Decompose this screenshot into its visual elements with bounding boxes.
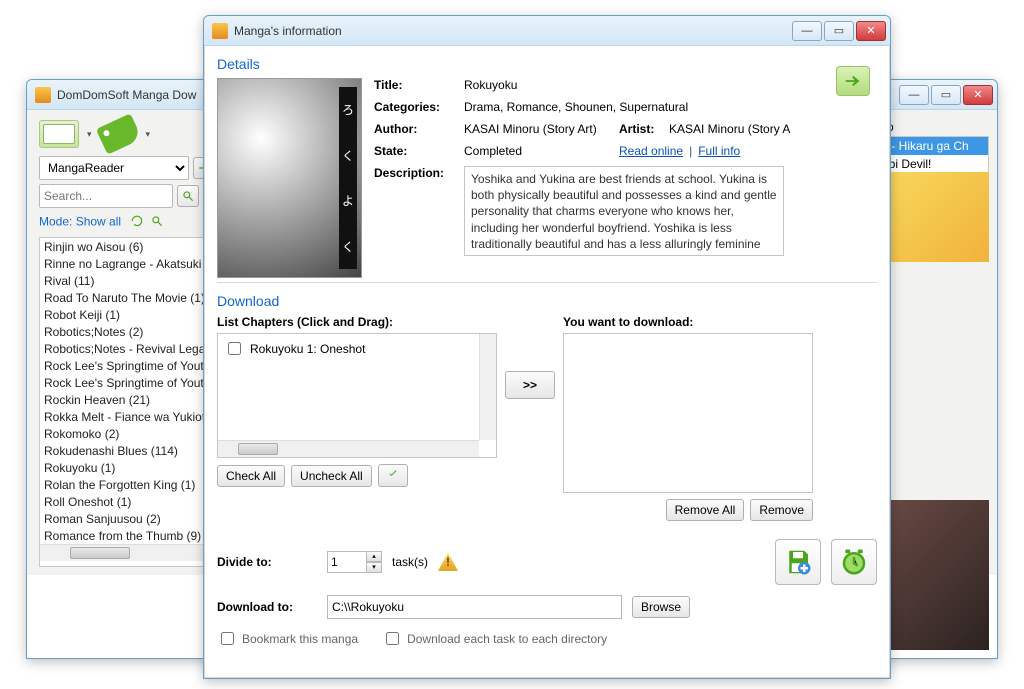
vertical-scrollbar[interactable] [479, 334, 496, 440]
toolbar-dropdown-2[interactable]: ▾ [146, 129, 151, 140]
list-item[interactable]: Rinne no Lagrange - Akatsuki no [40, 255, 228, 272]
calendar-icon[interactable] [39, 120, 79, 148]
list-item[interactable]: Rock Lee's Springtime of Youth S [40, 374, 228, 391]
minimize-button[interactable]: — [792, 21, 822, 41]
description-label: Description: [374, 166, 464, 180]
each-directory-checkbox[interactable]: Download each task to each directory [382, 629, 607, 648]
want-download-listbox[interactable] [563, 333, 813, 493]
refresh-mode-icon[interactable] [130, 214, 144, 228]
full-info-link[interactable]: Full info [698, 144, 740, 158]
list-chapters-label: List Chapters (Click and Drag): [217, 315, 497, 329]
save-icon-button[interactable] [775, 539, 821, 585]
maximize-button[interactable]: ▭ [931, 85, 961, 105]
spin-down[interactable]: ▾ [367, 562, 382, 573]
list-item[interactable]: Rokomoko (2) [40, 425, 228, 442]
avatar-bottom [879, 500, 989, 650]
artist-label: Artist: [619, 122, 669, 136]
go-button[interactable] [836, 66, 870, 96]
cover-image: ろくよく [217, 78, 362, 278]
close-button[interactable]: ✕ [963, 85, 993, 105]
browse-button[interactable]: Browse [632, 596, 690, 618]
list-item[interactable]: Rockin Heaven (21) [40, 391, 228, 408]
list-item[interactable]: Rokudenashi Blues (114) [40, 442, 228, 459]
search-mode-icon[interactable] [150, 214, 164, 228]
horizontal-scrollbar[interactable] [40, 544, 228, 561]
remove-all-button[interactable]: Remove All [666, 499, 745, 521]
download-path-input[interactable] [327, 595, 622, 619]
bookmark-checkbox[interactable]: Bookmark this manga [217, 629, 358, 648]
search-input[interactable] [39, 184, 173, 208]
list-item[interactable]: Rolan the Forgotten King (1) [40, 476, 228, 493]
list-item[interactable]: Rival (11) [40, 272, 228, 289]
download-header: Download [217, 293, 877, 309]
author-value: KASAI Minoru (Story Art) [464, 122, 619, 136]
want-download-label: You want to download: [563, 315, 813, 329]
source-select[interactable]: MangaReader [39, 156, 189, 180]
app-icon [35, 87, 51, 103]
list-item[interactable]: Road To Naruto The Movie (1) [40, 289, 228, 306]
uncheck-all-button[interactable]: Uncheck All [291, 465, 372, 487]
toolbar-dropdown-1[interactable]: ▾ [87, 129, 92, 140]
warning-icon: ! [438, 553, 458, 571]
horizontal-scrollbar[interactable] [218, 440, 479, 457]
title-value: Rokuyoku [464, 78, 877, 92]
categories-value: Drama, Romance, Shounen, Supernatural [464, 100, 877, 114]
maximize-button[interactable]: ▭ [824, 21, 854, 41]
state-label: State: [374, 144, 464, 158]
list-item[interactable]: Rokuyoku 1: Oneshot [222, 338, 492, 359]
list-item[interactable]: Robot Keiji (1) [40, 306, 228, 323]
list-item[interactable]: Robotics;Notes (2) [40, 323, 228, 340]
list-item[interactable]: Roll Oneshot (1) [40, 493, 228, 510]
list-item[interactable]: Rokka Melt - Fiance wa Yukiotok [40, 408, 228, 425]
list-item[interactable]: Roman Sanjuusou (2) [40, 510, 228, 527]
categories-label: Categories: [374, 100, 464, 114]
check-all-button[interactable]: Check All [217, 465, 285, 487]
mode-link[interactable]: Show all [76, 215, 121, 229]
confirm-button[interactable] [378, 464, 408, 487]
manga-info-window: Manga's information — ▭ ✕ Details ろくよく T… [203, 15, 891, 679]
spin-up[interactable]: ▴ [367, 551, 382, 562]
list-item[interactable]: Romance from the Thumb (9) [40, 527, 228, 544]
author-label: Author: [374, 122, 464, 136]
info-window-title: Manga's information [234, 24, 792, 38]
list-item[interactable]: Rinjin wo Aisou (6) [40, 238, 228, 255]
divide-spinner[interactable]: ▴▾ [327, 551, 382, 573]
minimize-button[interactable]: — [899, 85, 929, 105]
divide-label: Divide to: [217, 555, 317, 569]
tag-icon[interactable] [95, 113, 141, 154]
details-header: Details [217, 56, 877, 72]
state-value: Completed [464, 144, 619, 158]
remove-button[interactable]: Remove [750, 499, 813, 521]
title-label: Title: [374, 78, 464, 92]
chapters-listbox[interactable]: Rokuyoku 1: Oneshot [217, 333, 497, 458]
manga-list[interactable]: Rinjin wo Aisou (6)Rinne no Lagrange - A… [39, 237, 229, 567]
close-button[interactable]: ✕ [856, 21, 886, 41]
info-titlebar[interactable]: Manga's information — ▭ ✕ [204, 16, 890, 46]
tasks-label: task(s) [392, 555, 428, 569]
list-item[interactable]: Robotics;Notes - Revival Legacy [40, 340, 228, 357]
description-text[interactable]: Yoshika and Yukina are best friends at s… [464, 166, 784, 256]
search-button[interactable] [177, 185, 199, 207]
read-online-link[interactable]: Read online [619, 144, 683, 158]
list-item[interactable]: Rokuyoku (1) [40, 459, 228, 476]
app-icon [212, 23, 228, 39]
list-item[interactable]: Rock Lee's Springtime of Youth ( [40, 357, 228, 374]
chapter-checkbox[interactable] [228, 342, 241, 355]
move-right-button[interactable]: >> [505, 371, 555, 399]
avatar-top [879, 172, 989, 262]
artist-value: KASAI Minoru (Story A [669, 122, 877, 136]
download-to-label: Download to: [217, 600, 317, 614]
schedule-icon-button[interactable] [831, 539, 877, 585]
